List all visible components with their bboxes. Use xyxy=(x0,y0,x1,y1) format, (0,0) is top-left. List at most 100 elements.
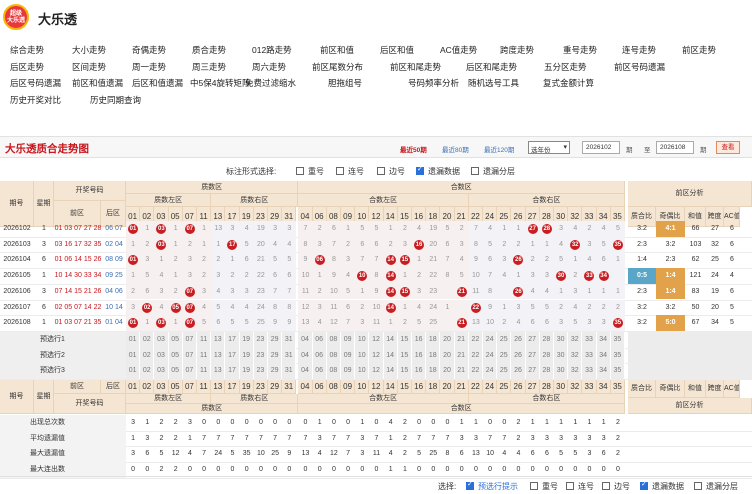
predict-cell[interactable]: 31 xyxy=(282,347,297,364)
predict-cell[interactable]: 09 xyxy=(341,363,356,379)
predict-cell[interactable]: 26 xyxy=(511,331,526,348)
checkbox[interactable] xyxy=(530,482,538,490)
nav-link[interactable]: 后区走势 xyxy=(10,61,44,73)
predict-cell[interactable]: 01 xyxy=(126,347,141,364)
predict-cell[interactable]: 17 xyxy=(225,347,240,364)
predict-cell[interactable]: 31 xyxy=(282,331,297,348)
predict-cell[interactable]: 23 xyxy=(253,363,268,379)
year-select[interactable]: 选年份 ▾ xyxy=(528,141,570,154)
drawn-ball[interactable]: 14 xyxy=(385,302,396,313)
bottom-option-6[interactable]: 遗漏分层 xyxy=(694,481,738,492)
predict-cell[interactable]: 33 xyxy=(582,363,597,379)
predict-cell[interactable]: 25 xyxy=(497,331,512,348)
nav-link[interactable]: 综合走势 xyxy=(10,44,44,56)
predict-cell[interactable]: 06 xyxy=(312,363,327,379)
predict-cell[interactable]: 19 xyxy=(239,363,254,379)
nav-link[interactable]: 周三走势 xyxy=(192,61,226,73)
predict-cell[interactable]: 30 xyxy=(554,331,569,348)
bottom-option-2[interactable]: 重号 xyxy=(530,481,558,492)
option-4[interactable]: 遗漏数据 xyxy=(416,165,460,177)
nav-link[interactable]: 周一走势 xyxy=(132,61,166,73)
drawn-ball[interactable]: 14 xyxy=(385,286,396,297)
predict-cell[interactable]: 24 xyxy=(483,363,498,379)
checkbox[interactable] xyxy=(336,167,344,175)
nav-link[interactable]: 前区和值遗漏 xyxy=(72,77,123,89)
predict-cell[interactable]: 01 xyxy=(126,331,141,348)
predict-cell[interactable]: 18 xyxy=(426,363,441,379)
nav-link[interactable]: 后区和值遗漏 xyxy=(132,77,183,89)
predict-cell[interactable]: 26 xyxy=(511,363,526,379)
recent-50-link[interactable]: 最近50期 xyxy=(400,144,427,154)
recent-120-link[interactable]: 最近120期 xyxy=(484,144,514,154)
nav-link[interactable]: 连号走势 xyxy=(622,44,656,56)
predict-cell[interactable]: 08 xyxy=(326,363,341,379)
drawn-ball[interactable]: 06 xyxy=(314,255,325,266)
predict-cell[interactable]: 02 xyxy=(140,363,155,379)
nav-link[interactable]: 后区号码遗漏 xyxy=(10,77,61,89)
predict-cell[interactable]: 15 xyxy=(397,363,412,379)
predict-cell[interactable]: 26 xyxy=(511,347,526,364)
predict-cell[interactable]: 03 xyxy=(154,331,169,348)
predict-cell[interactable]: 01 xyxy=(126,363,141,379)
predict-cell[interactable]: 10 xyxy=(355,347,370,364)
option-1[interactable]: 重号 xyxy=(296,166,324,177)
nav-link[interactable]: 中5保4旋转矩阵 xyxy=(190,77,250,89)
predict-cell[interactable]: 21 xyxy=(454,363,469,379)
drawn-ball[interactable]: 05 xyxy=(170,302,181,313)
checkbox[interactable] xyxy=(602,482,610,490)
recent-80-link[interactable]: 最近80期 xyxy=(442,144,469,154)
drawn-ball[interactable]: 32 xyxy=(570,239,581,250)
nav-link[interactable]: 历史同期查询 xyxy=(90,94,141,106)
predict-cell[interactable]: 27 xyxy=(525,331,540,348)
option-2[interactable]: 连号 xyxy=(336,166,364,177)
nav-link[interactable]: 前区和尾走势 xyxy=(390,61,441,73)
drawn-ball[interactable]: 21 xyxy=(456,286,467,297)
nav-link[interactable]: 区间走势 xyxy=(72,61,106,73)
nav-link[interactable]: 五分区走势 xyxy=(544,61,587,73)
predict-cell[interactable]: 34 xyxy=(596,347,611,364)
drawn-ball[interactable]: 35 xyxy=(612,239,623,250)
checkbox[interactable] xyxy=(471,167,479,175)
option-5[interactable]: 遗漏分层 xyxy=(471,166,515,177)
drawn-ball[interactable]: 02 xyxy=(142,302,153,313)
predict-cell[interactable]: 30 xyxy=(554,347,569,364)
drawn-ball[interactable]: 14 xyxy=(385,271,396,282)
predict-cell[interactable]: 34 xyxy=(596,331,611,348)
predict-cell[interactable]: 06 xyxy=(312,347,327,364)
predict-cell[interactable]: 09 xyxy=(341,347,356,364)
drawn-ball[interactable]: 07 xyxy=(184,286,195,297)
nav-link[interactable]: 周六走势 xyxy=(252,61,286,73)
view-button[interactable]: 查看 xyxy=(716,141,740,154)
predict-cell[interactable]: 23 xyxy=(253,347,268,364)
predict-cell[interactable]: 28 xyxy=(539,363,554,379)
drawn-ball[interactable]: 15 xyxy=(399,286,410,297)
checkbox[interactable] xyxy=(640,480,648,490)
predict-cell[interactable]: 04 xyxy=(298,331,313,348)
predict-cell[interactable]: 11 xyxy=(197,331,212,348)
predict-cell[interactable]: 31 xyxy=(282,363,297,379)
predict-cell[interactable]: 18 xyxy=(426,347,441,364)
predict-cell[interactable]: 24 xyxy=(483,331,498,348)
predict-cell[interactable]: 03 xyxy=(154,363,169,379)
predict-cell[interactable]: 09 xyxy=(341,331,356,348)
drawn-ball[interactable]: 16 xyxy=(414,239,424,250)
checkbox[interactable] xyxy=(296,167,304,175)
predict-cell[interactable]: 10 xyxy=(355,363,370,379)
predict-cell[interactable]: 11 xyxy=(197,347,212,364)
drawn-ball[interactable]: 07 xyxy=(184,302,195,313)
bottom-option-3[interactable]: 连号 xyxy=(566,481,594,492)
predict-cell[interactable]: 32 xyxy=(568,363,583,379)
predict-cell[interactable]: 18 xyxy=(426,331,441,348)
predict-cell[interactable]: 16 xyxy=(412,347,427,364)
predict-cell[interactable]: 02 xyxy=(140,331,155,348)
predict-cell[interactable]: 14 xyxy=(383,363,398,379)
drawn-ball[interactable]: 21 xyxy=(456,318,467,329)
nav-link[interactable]: 前区号码遗漏 xyxy=(614,61,665,73)
predict-cell[interactable]: 32 xyxy=(568,331,583,348)
predict-cell[interactable]: 22 xyxy=(468,363,483,379)
predict-cell[interactable]: 17 xyxy=(225,331,240,348)
end-period-input[interactable]: 2026108 xyxy=(656,141,694,154)
predict-cell[interactable]: 20 xyxy=(440,363,455,379)
predict-cell[interactable]: 21 xyxy=(454,331,469,348)
predict-cell[interactable]: 13 xyxy=(211,363,226,379)
